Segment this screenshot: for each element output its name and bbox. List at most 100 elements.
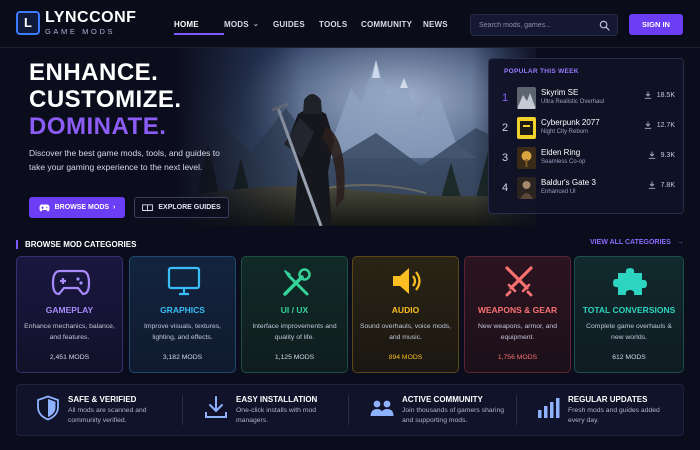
categories-heading-label: BROWSE MOD CATEGORIES xyxy=(25,239,137,249)
nav-item-label: MODS xyxy=(224,19,249,29)
hero-description: Discover the best game mods, tools, and … xyxy=(29,148,220,172)
gamepad-icon xyxy=(39,204,50,212)
hero-title-line-1: ENHANCE. xyxy=(29,59,159,86)
popular-this-week-panel: POPULAR THIS WEEK 1 Skyrim SE Ultra Real… xyxy=(488,58,684,214)
feature-regular-updates: REGULAR UPDATES Fresh mods and guides ad… xyxy=(535,385,683,437)
tools-icon xyxy=(283,268,311,296)
game-thumbnail xyxy=(517,87,536,109)
popular-mod-name: Night City Reborn xyxy=(541,129,589,135)
category-mod-count: 1,125 MODS xyxy=(274,354,315,361)
popular-item[interactable]: 4 Baldur's Gate 3 Enhanced UI 7.8K xyxy=(489,175,685,203)
popular-rank: 3 xyxy=(502,152,509,164)
monitor-icon xyxy=(167,266,201,296)
browse-mods-label: BROWSE MODS xyxy=(54,204,110,211)
popular-mod-name: Seamless Co-op xyxy=(541,159,586,165)
download-icon xyxy=(644,121,651,129)
category-title: WEAPONS & GEAR xyxy=(477,305,558,315)
brand-logo[interactable]: L LYNCCONF GAME MODS xyxy=(16,10,136,36)
speaker-icon xyxy=(393,268,421,294)
popular-game-name: Baldur's Gate 3 xyxy=(541,178,596,187)
popular-item[interactable]: 1 Skyrim SE Ultra Realistic Overhaul 18.… xyxy=(489,85,685,113)
download-count-value: 18.5K xyxy=(656,91,675,99)
category-mod-count: 1,756 MODS xyxy=(497,354,538,361)
view-all-label: VIEW ALL CATEGORIES xyxy=(590,239,671,246)
gamepad-icon xyxy=(51,269,91,296)
categories-heading: BROWSE MOD CATEGORIES xyxy=(16,239,136,249)
nav-item-tools[interactable]: TOOLS xyxy=(319,0,361,48)
download-count: 18.5K xyxy=(644,91,675,99)
sign-in-button[interactable]: SIGN IN xyxy=(629,14,683,35)
category-description: Improve visuals, textures, lighting, and… xyxy=(143,323,222,341)
popular-game-name: Elden Ring xyxy=(541,148,581,157)
search-box xyxy=(470,14,618,36)
nav-item-mods[interactable]: MODS ⌄ xyxy=(224,0,273,48)
brand-name: LYNCCONF xyxy=(45,9,137,26)
popular-game-name: Skyrim SE xyxy=(541,88,579,97)
feature-title: ACTIVE COMMUNITY xyxy=(402,395,483,404)
category-card-weapons-gear[interactable]: WEAPONS & GEAR New weapons, armor, and e… xyxy=(464,256,571,373)
shield-icon xyxy=(37,395,59,421)
category-description: Complete game overhauls & new worlds. xyxy=(586,323,672,341)
feature-title: SAFE & VERIFIED xyxy=(68,395,137,404)
popular-rank: 4 xyxy=(502,182,509,194)
view-all-categories-link[interactable]: VIEW ALL CATEGORIES → xyxy=(590,239,684,246)
download-count: 7.8K xyxy=(648,181,675,189)
top-navigation: L LYNCCONF GAME MODS HOME MODS ⌄ GUIDES … xyxy=(0,0,700,48)
crossed-swords-icon xyxy=(505,266,533,297)
popular-item[interactable]: 2 Cyberpunk 2077 Night City Reborn 12.7K xyxy=(489,115,685,143)
category-description: Sound overhauls, voice mods, and music. xyxy=(359,323,452,341)
feature-easy-installation: EASY INSTALLATION One-click installs wit… xyxy=(203,385,353,437)
hero-title-line-2: CUSTOMIZE. xyxy=(29,86,182,113)
download-count: 9.3K xyxy=(648,151,675,159)
popular-mod-name: Ultra Realistic Overhaul xyxy=(541,99,605,105)
category-card-graphics[interactable]: GRAPHICS Improve visuals, textures, ligh… xyxy=(129,256,236,373)
download-count-value: 12.7K xyxy=(656,121,675,129)
feature-safe-verified: SAFE & VERIFIED All mods are scanned and… xyxy=(35,385,185,437)
category-mod-count: 2,451 MODS xyxy=(49,354,90,361)
category-title: AUDIO xyxy=(391,305,420,315)
puzzle-icon xyxy=(613,268,647,295)
nav-item-label: GUIDES xyxy=(273,19,305,29)
download-icon xyxy=(648,151,655,159)
download-icon xyxy=(648,181,655,189)
category-card-total-conversions[interactable]: TOTAL CONVERSIONS Complete game overhaul… xyxy=(574,256,684,373)
popular-game-name: Cyberpunk 2077 xyxy=(541,118,600,127)
feature-divider xyxy=(348,395,349,425)
nav-item-guides[interactable]: GUIDES xyxy=(273,0,319,48)
download-count-value: 7.8K xyxy=(660,181,675,189)
category-card-ui-ux[interactable]: UI / UX Interface improvements and quali… xyxy=(241,256,348,373)
chevron-right-icon: › xyxy=(113,204,116,211)
browse-mods-button[interactable]: BROWSE MODS › xyxy=(29,197,125,218)
nav-item-label: TOOLS xyxy=(319,19,348,29)
heading-accent-bar xyxy=(16,239,18,249)
feature-description: Fresh mods and guides added every day. xyxy=(568,407,660,424)
search-input[interactable] xyxy=(479,21,589,29)
bar-chart-icon xyxy=(538,398,560,418)
game-thumbnail xyxy=(517,117,536,139)
download-icon xyxy=(205,396,227,418)
book-icon xyxy=(142,203,154,212)
category-mod-count: 3,182 MODS xyxy=(162,354,203,361)
category-title: UI / UX xyxy=(280,305,309,315)
category-mod-count: 612 MODS xyxy=(612,354,646,361)
category-title: GRAPHICS xyxy=(160,305,205,315)
search-icon[interactable] xyxy=(599,20,610,31)
nav-item-community[interactable]: COMMUNITY xyxy=(361,0,423,48)
feature-description: One-click installs with mod managers. xyxy=(236,407,317,424)
explore-guides-button[interactable]: EXPLORE GUIDES xyxy=(134,197,229,218)
nav-item-home[interactable]: HOME xyxy=(174,0,224,48)
category-card-gameplay[interactable]: GAMEPLAY Enhance mechanics, balance, and… xyxy=(16,256,123,373)
nav-item-label: COMMUNITY xyxy=(361,19,413,29)
download-count-value: 9.3K xyxy=(660,151,675,159)
popular-heading: POPULAR THIS WEEK xyxy=(504,68,579,75)
popular-rank: 1 xyxy=(502,92,509,104)
logo-text: LYNCCONF GAME MODS xyxy=(45,10,136,36)
category-card-audio[interactable]: AUDIO Sound overhauls, voice mods, and m… xyxy=(352,256,459,373)
category-description: Interface improvements and quality of li… xyxy=(252,323,337,341)
nav-item-label: HOME xyxy=(174,19,199,29)
arrow-right-icon: → xyxy=(676,239,684,246)
nav-links: HOME MODS ⌄ GUIDES TOOLS COMMUNITY NEWS xyxy=(174,0,453,48)
popular-item[interactable]: 3 Elden Ring Seamless Co-op 9.3K xyxy=(489,145,685,173)
hero-knight-illustration xyxy=(176,48,536,226)
nav-item-news[interactable]: NEWS xyxy=(423,0,453,48)
